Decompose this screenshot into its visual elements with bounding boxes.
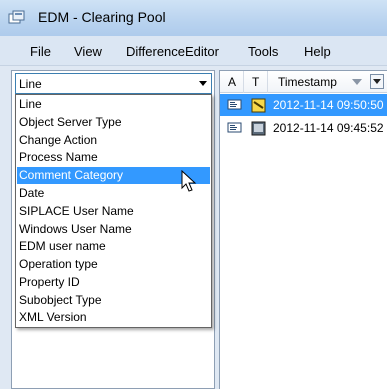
dropdown-option[interactable]: Process Name bbox=[17, 149, 210, 166]
dropdown-option[interactable]: XML Version bbox=[17, 309, 210, 326]
dropdown-option[interactable]: EDM user name bbox=[17, 238, 210, 255]
row-timestamp: 2012-11-14 09:50:50 bbox=[273, 98, 384, 112]
message-icon bbox=[227, 99, 242, 110]
column-header-t[interactable]: T bbox=[244, 71, 268, 93]
column-header-a[interactable]: A bbox=[220, 71, 244, 93]
group-by-combo[interactable]: Line bbox=[15, 73, 212, 94]
station-type-icon bbox=[251, 121, 266, 136]
row-timestamp: 2012-11-14 09:45:52 bbox=[273, 121, 384, 135]
dropdown-option[interactable]: SIPLACE User Name bbox=[17, 203, 210, 220]
dropdown-option[interactable]: Line bbox=[17, 96, 210, 113]
dropdown-option[interactable]: Change Action bbox=[17, 132, 210, 149]
window-title: EDM - Clearing Pool bbox=[38, 9, 166, 25]
feeder-type-icon bbox=[251, 98, 266, 113]
menu-help[interactable]: Help bbox=[304, 44, 331, 59]
dropdown-option[interactable]: Object Server Type bbox=[17, 114, 210, 131]
column-header-timestamp[interactable]: Timestamp bbox=[268, 71, 364, 93]
title-bar: EDM - Clearing Pool bbox=[0, 0, 387, 36]
edm-app-icon bbox=[8, 10, 25, 24]
group-by-dropdown: Line Object Server Type Change Action Pr… bbox=[15, 94, 212, 328]
grid-header: A T Timestamp bbox=[220, 71, 387, 93]
dropdown-option[interactable]: Windows User Name bbox=[17, 221, 210, 238]
menu-bar: File View DifferenceEditor Tools Help bbox=[0, 36, 387, 66]
column-filter-icon[interactable] bbox=[370, 74, 384, 89]
menu-tools[interactable]: Tools bbox=[248, 44, 278, 59]
dropdown-option[interactable]: Property ID bbox=[17, 274, 210, 291]
menu-difference-editor[interactable]: DifferenceEditor bbox=[126, 44, 219, 59]
table-row[interactable]: 2012-11-14 09:45:52 bbox=[220, 117, 387, 139]
dropdown-option[interactable]: Subobject Type bbox=[17, 292, 210, 309]
mouse-cursor-icon bbox=[181, 170, 197, 192]
menu-view[interactable]: View bbox=[74, 44, 102, 59]
table-row[interactable]: 2012-11-14 09:50:50 bbox=[220, 94, 387, 116]
dropdown-option[interactable]: Operation type bbox=[17, 256, 210, 273]
column-sort-icon[interactable] bbox=[351, 76, 362, 87]
chevron-down-icon[interactable] bbox=[194, 74, 211, 93]
menu-file[interactable]: File bbox=[30, 44, 51, 59]
message-icon bbox=[227, 122, 242, 133]
group-by-value: Line bbox=[19, 77, 42, 91]
